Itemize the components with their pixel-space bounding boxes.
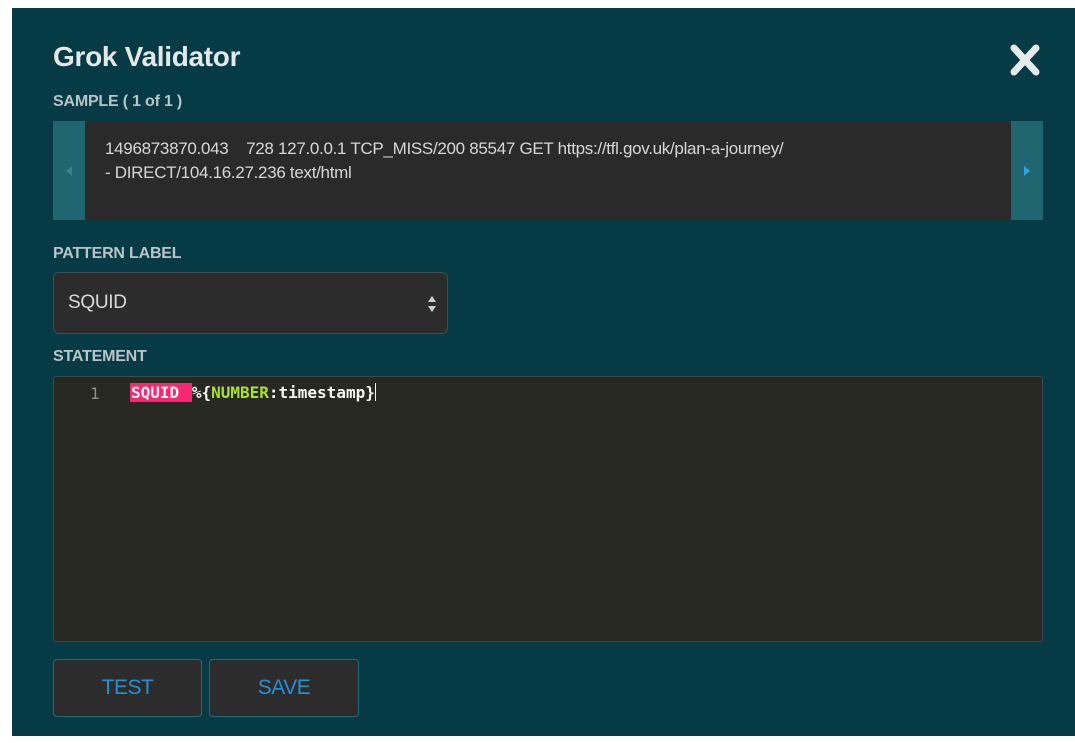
close-button[interactable] (1002, 40, 1048, 80)
caret-right-icon (1024, 165, 1030, 176)
code-line: SQUID %{NUMBER:timestamp} (130, 382, 376, 404)
token-colon: : (268, 383, 279, 402)
sample-next-button[interactable] (1011, 121, 1043, 220)
statement-label: STATEMENT (53, 348, 147, 365)
token-close-brace: } (365, 383, 375, 402)
token-field-name: timestamp (278, 383, 366, 402)
caret-left-icon (66, 165, 72, 176)
token-keyword: SQUID (130, 383, 181, 402)
pattern-label-select[interactable]: SQUID (53, 272, 448, 334)
sample-prev-button[interactable] (53, 121, 85, 220)
grok-validator-dialog: Grok Validator SAMPLE ( 1 of 1 ) 1496873… (12, 8, 1075, 736)
save-button[interactable]: SAVE (209, 659, 359, 717)
line-number: 1 (90, 384, 100, 403)
pattern-selected-value: SQUID (68, 292, 127, 313)
dialog-title: Grok Validator (53, 41, 241, 72)
statement-editor[interactable]: 1 SQUID %{NUMBER:timestamp} (53, 376, 1043, 642)
text-cursor (374, 383, 376, 401)
close-icon (1010, 44, 1040, 76)
pattern-label: PATTERN LABEL (53, 245, 182, 262)
token-space (180, 383, 192, 402)
select-arrows-icon (428, 296, 436, 312)
sample-text: 1496873870.043 728 127.0.0.1 TCP_MISS/20… (85, 121, 1011, 220)
token-type: NUMBER (211, 383, 269, 402)
sample-viewer: 1496873870.043 728 127.0.0.1 TCP_MISS/20… (53, 121, 1043, 220)
test-button[interactable]: TEST (53, 659, 202, 717)
sample-label: SAMPLE ( 1 of 1 ) (53, 93, 183, 110)
token-open-brace: %{ (191, 383, 212, 402)
